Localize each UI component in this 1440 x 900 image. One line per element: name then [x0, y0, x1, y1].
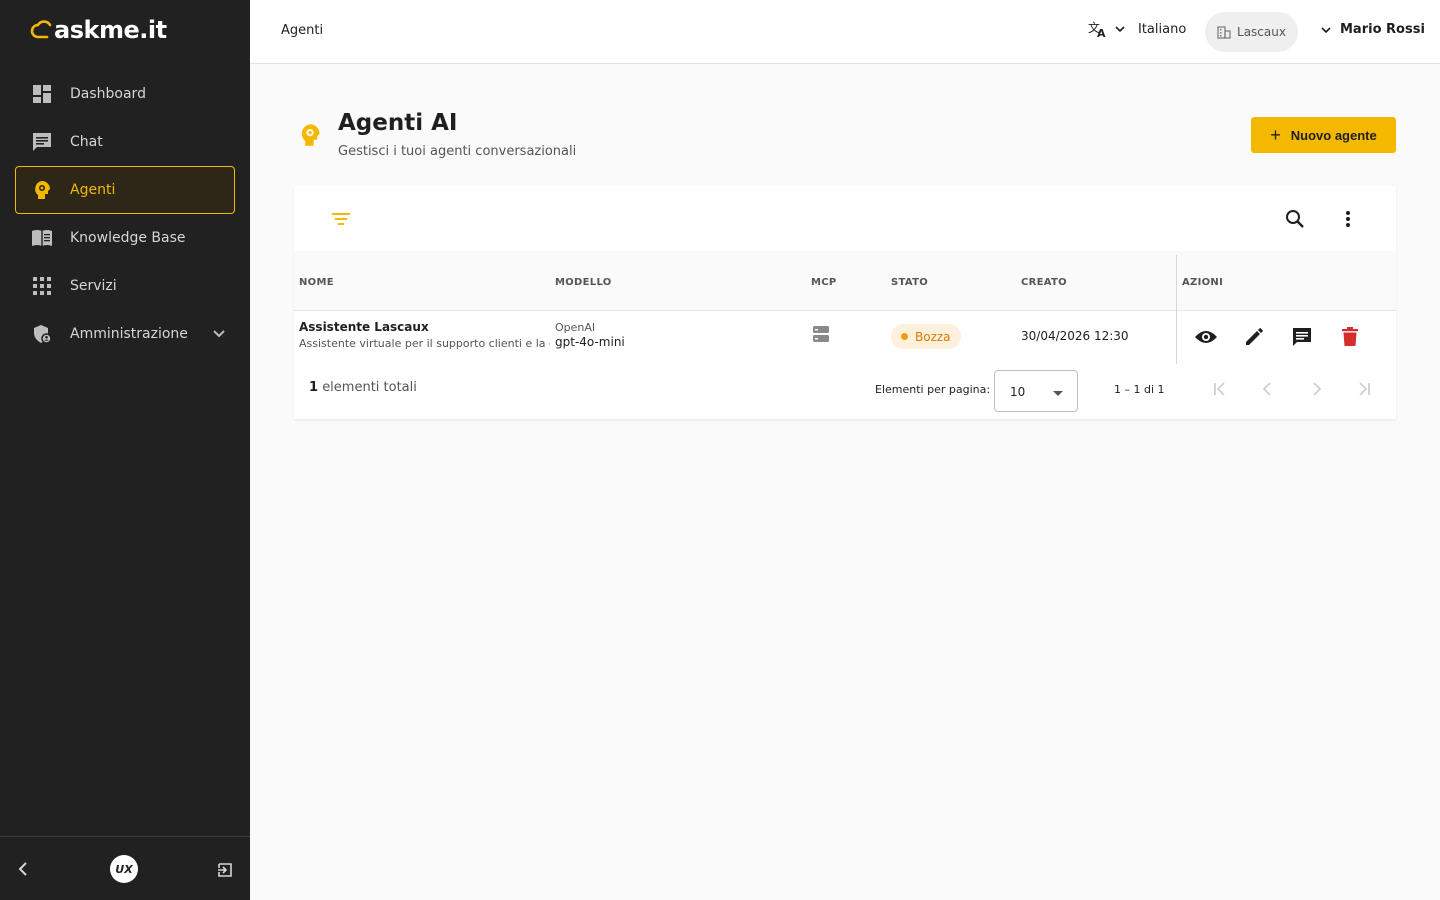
organization-chip[interactable]: Lascaux [1205, 12, 1298, 52]
agent-icon [298, 122, 322, 152]
language-selector[interactable]: 文A Italiano [1088, 20, 1186, 38]
chevron-down-icon [1115, 26, 1125, 33]
table-row[interactable]: Assistente Lascaux Assistente virtuale p… [294, 311, 1396, 363]
logout-icon[interactable] [217, 862, 233, 882]
page-title: Agenti AI [338, 110, 458, 136]
sidebar-footer: UX [0, 836, 250, 900]
sidebar-item-agenti[interactable]: Agenti [15, 166, 235, 214]
logo[interactable]: askme.it [30, 10, 167, 50]
column-header-stato[interactable]: STATO [891, 277, 928, 288]
chevron-down-icon [1321, 26, 1331, 33]
agent-icon [31, 179, 53, 201]
sidebar-item-label: Amministrazione [70, 326, 188, 342]
table-paginator: 1 elementi totali Elementi per pagina: 1… [294, 363, 1396, 419]
chat-icon[interactable] [1290, 325, 1314, 349]
sidebar-item-knowledge-base[interactable]: Knowledge Base [15, 214, 235, 262]
sidebar-item-chat[interactable]: Chat [15, 118, 235, 166]
building-icon [1217, 25, 1231, 39]
new-agent-button[interactable]: + Nuovo agente [1251, 117, 1396, 153]
agent-description: Assistente virtuale per il supporto clie… [299, 337, 550, 350]
sidebar-item-label: Chat [70, 134, 103, 150]
status-label: Bozza [915, 329, 951, 344]
search-icon[interactable] [1285, 209, 1305, 233]
table-header: NOME MODELLO MCP STATO CREATO AZIONI [294, 251, 1396, 311]
per-page-label: Elementi per pagina: [875, 383, 991, 396]
total-count-number: 1 [309, 380, 319, 395]
status-badge: Bozza [891, 324, 961, 349]
sidebar-item-servizi[interactable]: Servizi [15, 262, 235, 310]
per-page-value: 10 [1010, 385, 1026, 399]
dashboard-icon [31, 83, 53, 105]
page-range: 1 – 1 di 1 [1114, 383, 1165, 396]
edit-icon[interactable] [1242, 325, 1266, 349]
sidebar-item-label: Servizi [70, 278, 117, 294]
new-agent-button-label: Nuovo agente [1290, 127, 1377, 143]
agents-table-card: NOME MODELLO MCP STATO CREATO AZIONI Ass… [294, 186, 1396, 419]
column-header-nome[interactable]: NOME [299, 277, 334, 288]
agent-model-cell: OpenAI gpt-4o-mini [555, 321, 625, 349]
column-header-modello[interactable]: MODELLO [555, 277, 612, 288]
dropdown-arrow-icon [1053, 391, 1063, 396]
total-count-label: elementi totali [322, 380, 417, 395]
last-page-icon[interactable] [1355, 380, 1373, 402]
chevron-down-icon[interactable] [212, 327, 226, 345]
column-header-mcp[interactable]: MCP [811, 277, 837, 288]
book-icon [31, 227, 53, 249]
column-header-creato[interactable]: CREATO [1021, 277, 1067, 288]
organization-label: Lascaux [1237, 25, 1286, 39]
page-subtitle: Gestisci i tuoi agenti conversazionali [338, 144, 577, 159]
next-page-icon[interactable] [1307, 380, 1325, 402]
admin-shield-icon [31, 323, 53, 345]
agent-name: Assistente Lascaux [299, 320, 429, 334]
sidebar-item-label: Agenti [70, 182, 116, 198]
status-dot [901, 333, 908, 340]
more-vert-icon[interactable] [1338, 209, 1358, 233]
view-icon[interactable] [1194, 325, 1218, 349]
plus-icon: + [1270, 125, 1281, 145]
user-menu[interactable]: Mario Rossi [1320, 22, 1425, 37]
sidebar-nav: Dashboard Chat Agenti Knowledge Base Ser… [15, 70, 235, 358]
previous-page-icon[interactable] [1259, 380, 1277, 402]
column-header-azioni: AZIONI [1182, 277, 1224, 288]
topbar: Agenti 文A Italiano Lascaux Mario Rossi [250, 0, 1440, 64]
mcp-server-icon [812, 325, 830, 347]
per-page-select[interactable]: 10 [994, 370, 1078, 412]
user-name: Mario Rossi [1340, 22, 1425, 37]
agent-name-cell: Assistente Lascaux Assistente virtuale p… [299, 320, 550, 350]
brand-badge: UX [110, 855, 138, 883]
cloud-logo-icon [30, 20, 52, 39]
filter-icon[interactable] [332, 211, 350, 230]
sidebar-item-label: Dashboard [70, 86, 146, 102]
svg-text:A: A [1097, 27, 1106, 38]
translate-icon: 文A [1088, 20, 1106, 38]
sidebar-item-label: Knowledge Base [70, 230, 186, 246]
sidebar-item-amministrazione[interactable]: Amministrazione [15, 310, 235, 358]
sidebar-item-dashboard[interactable]: Dashboard [15, 70, 235, 118]
apps-grid-icon [31, 275, 53, 297]
breadcrumb: Agenti [281, 23, 324, 38]
created-date: 30/04/2026 12:30 [1021, 329, 1129, 343]
chevron-left-icon[interactable] [16, 861, 32, 881]
table-toolbar [294, 186, 1396, 251]
first-page-icon[interactable] [1211, 380, 1229, 402]
logo-text: askme.it [54, 16, 167, 44]
language-label: Italiano [1138, 21, 1187, 37]
sidebar: askme.it Dashboard Chat Agenti Knowledge… [0, 0, 250, 900]
model-provider: OpenAI [555, 321, 596, 334]
total-count: 1 elementi totali [309, 380, 417, 395]
model-name: gpt-4o-mini [555, 335, 625, 349]
delete-icon[interactable] [1338, 325, 1362, 349]
chat-icon [31, 131, 53, 153]
